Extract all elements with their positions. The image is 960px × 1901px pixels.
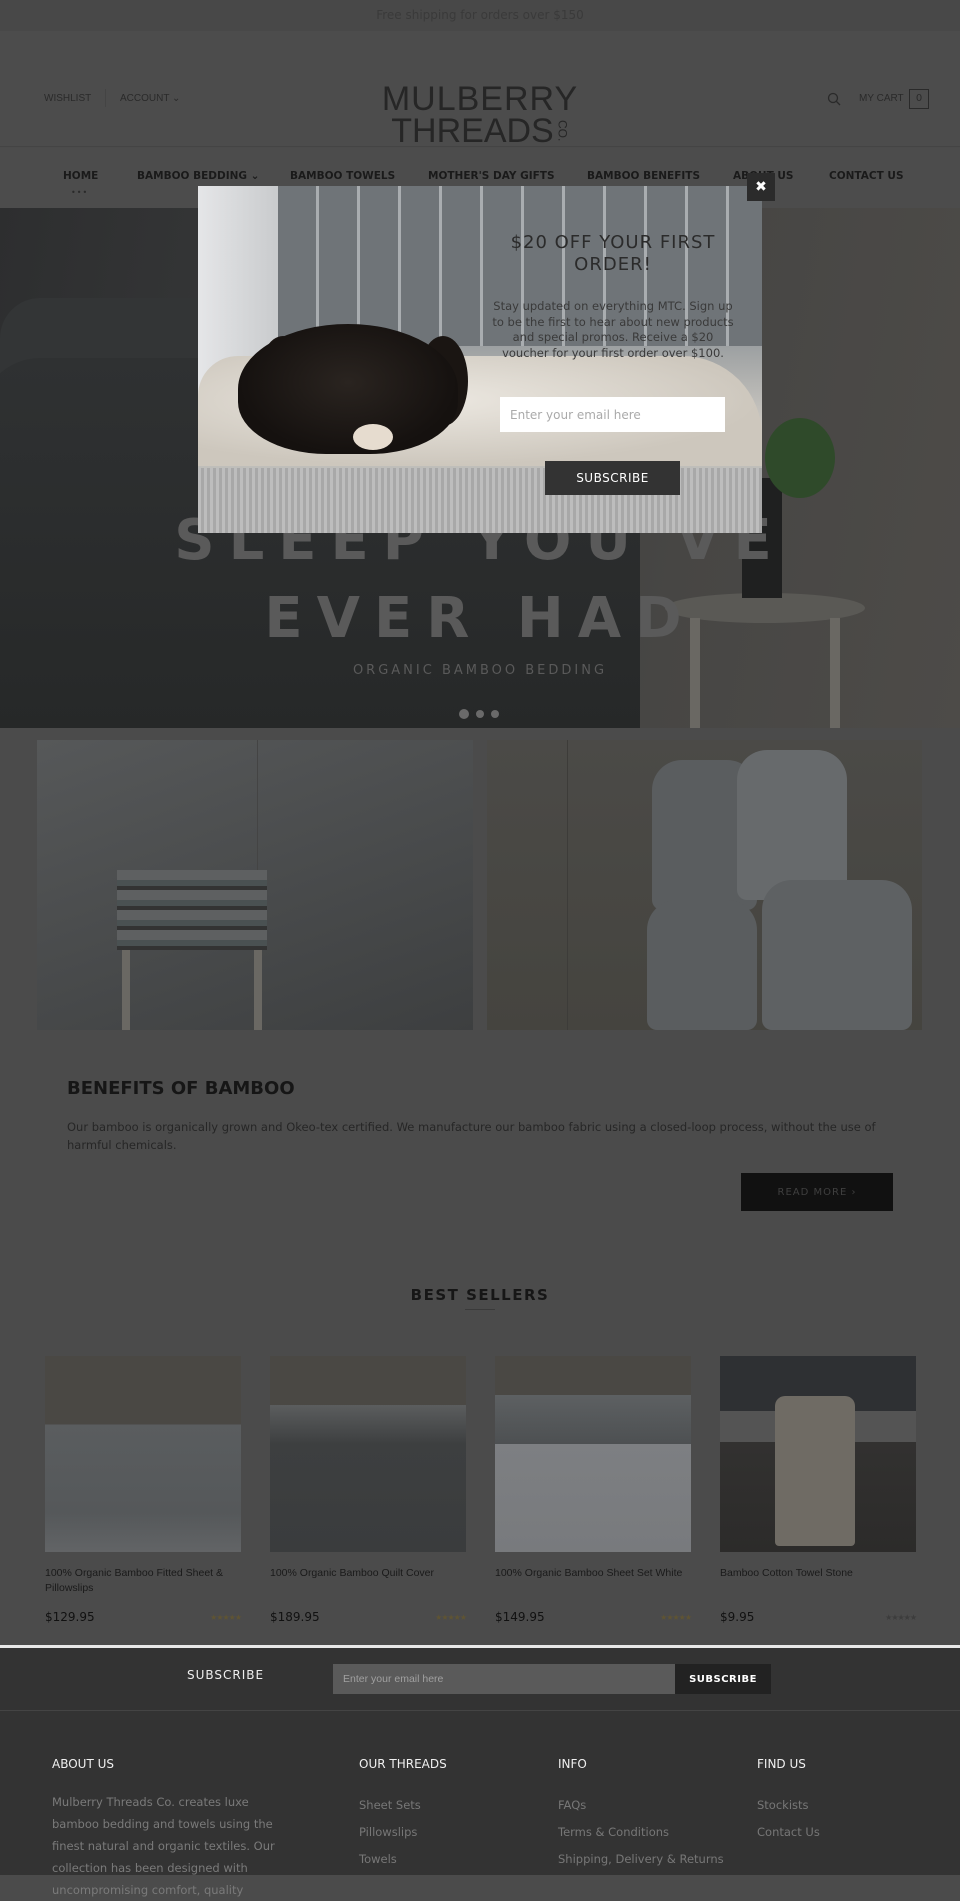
popup-description: Stay updated on everything MTC. Sign up … (492, 299, 734, 360)
product-title[interactable]: 100% Organic Bamboo Sheet Set White (495, 1566, 691, 1606)
active-indicator: ••• (71, 188, 89, 197)
footer-subscribe-button[interactable]: SUBSCRIBE (675, 1664, 771, 1694)
search-icon[interactable] (827, 92, 841, 106)
hero-headline-line3: EVER HAD (264, 586, 696, 651)
dog-paw (353, 424, 393, 450)
footer-heading-about: ABOUT US (52, 1757, 115, 1771)
wall-seam (567, 740, 568, 1030)
popup-title: $20 OFF YOUR FIRST ORDER! (510, 232, 716, 275)
account-menu[interactable]: ACCOUNT ⌄ (120, 93, 180, 104)
best-sellers-title: BEST SELLERS (410, 1286, 550, 1304)
logo-line1: MULBERRY (381, 80, 579, 118)
account-label: ACCOUNT (120, 93, 170, 104)
logo[interactable]: MULBERRY THREADS CO. (370, 80, 590, 154)
folded-towels (117, 870, 267, 950)
close-icon[interactable]: ✖ (747, 173, 775, 201)
product-price: $189.95 (270, 1610, 320, 1624)
footer-subscribe-bar: SUBSCRIBE SUBSCRIBE (0, 1648, 960, 1710)
product-title[interactable]: 100% Organic Bamboo Fitted Sheet & Pillo… (45, 1566, 241, 1606)
product-title[interactable]: Bamboo Cotton Towel Stone (720, 1566, 916, 1606)
footer-link[interactable]: Shipping, Delivery & Returns (558, 1852, 724, 1866)
slide-dot[interactable] (491, 710, 499, 718)
product-price: $9.95 (720, 1610, 755, 1624)
towel (775, 1396, 855, 1546)
about-text: Mulberry Threads Co. creates luxe bamboo… (52, 1795, 275, 1897)
product-price: $149.95 (495, 1610, 545, 1624)
newsletter-popup: $20 OFF YOUR FIRST ORDER! Stay updated o… (198, 186, 762, 533)
nav-mothers-day-gifts[interactable]: MOTHER'S DAY GIFTS (428, 170, 555, 182)
footer-heading-find: FIND US (757, 1757, 806, 1771)
footer-link[interactable]: Terms & Conditions (558, 1825, 669, 1839)
product-card[interactable]: 100% Organic Bamboo Fitted Sheet & Pillo… (45, 1356, 242, 1624)
title-underline (465, 1309, 495, 1310)
star-rating-icon: ★★★★★ (660, 1612, 692, 1622)
benefits-text: Our bamboo is organically grown and Okeo… (67, 1120, 876, 1152)
product-image[interactable] (495, 1356, 691, 1552)
product-card[interactable]: Bamboo Cotton Towel Stone $9.95 ★★★★★ (720, 1356, 917, 1624)
subscribe-label: SUBSCRIBE (187, 1668, 265, 1682)
star-rating-icon: ★★★★★ (885, 1612, 917, 1622)
hero-subtitle: ORGANIC BAMBOO BEDDING (352, 663, 608, 678)
logo-threads: THREADS (391, 112, 554, 150)
nav-bamboo-towels[interactable]: BAMBOO TOWELS (290, 170, 395, 182)
product-card[interactable]: 100% Organic Bamboo Quilt Cover $189.95 ★… (270, 1356, 467, 1624)
plant (765, 418, 835, 498)
footer-email-input[interactable] (333, 1664, 675, 1694)
dog-image (238, 324, 458, 454)
promo-image-towels[interactable] (37, 740, 473, 1030)
slide-dot-active[interactable] (459, 709, 469, 719)
footer-heading-info: INFO (558, 1757, 587, 1771)
logo-co: CO. (555, 120, 570, 142)
footer-link[interactable]: Pillowslips (359, 1825, 417, 1839)
cart-link[interactable]: MY CART (859, 93, 904, 104)
nav-bamboo-benefits[interactable]: BAMBOO BENEFITS (587, 170, 700, 182)
shipping-message: Free shipping for orders over $150 (376, 8, 584, 22)
footer-heading-threads: OUR THREADS (359, 1757, 447, 1771)
read-more-button[interactable]: READ MORE › (741, 1173, 893, 1211)
product-title[interactable]: 100% Organic Bamboo Quilt Cover (270, 1566, 466, 1606)
nav-bamboo-bedding[interactable]: BAMBOO BEDDING ⌄ (137, 170, 259, 182)
cart-count-badge[interactable]: 0 (909, 89, 929, 109)
footer-link[interactable]: Sheet Sets (359, 1798, 421, 1812)
stool-legs (122, 950, 262, 1030)
nav-contact-us[interactable]: CONTACT US (829, 170, 904, 182)
wishlist-link[interactable]: WISHLIST (44, 93, 91, 104)
footer-link[interactable]: FAQs (558, 1798, 586, 1812)
logo-line2: THREADS CO. (370, 112, 590, 150)
product-price: $129.95 (45, 1610, 95, 1624)
product-bag (647, 900, 757, 1030)
benefits-title: BENEFITS OF BAMBOO (67, 1078, 295, 1099)
footer-link[interactable]: Towels (359, 1852, 397, 1866)
product-bag (762, 880, 912, 1030)
product-card[interactable]: 100% Organic Bamboo Sheet Set White $149… (495, 1356, 692, 1624)
divider (105, 89, 106, 107)
footer-link[interactable]: Stockists (757, 1798, 809, 1812)
star-rating-icon: ★★★★★ (435, 1612, 467, 1622)
promo-image-bags[interactable] (487, 740, 922, 1030)
product-image[interactable] (720, 1356, 916, 1552)
site-footer: ABOUT US Mulberry Threads Co. creates lu… (0, 1710, 960, 1897)
product-bag (737, 750, 847, 900)
footer-link[interactable]: Contact Us (757, 1825, 820, 1839)
chevron-down-icon: ⌄ (172, 93, 181, 104)
product-image[interactable] (270, 1356, 466, 1552)
nav-home[interactable]: HOME (63, 170, 98, 182)
popup-subscribe-button[interactable]: SUBSCRIBE (545, 461, 680, 495)
announcement-bar: Free shipping for orders over $150 (0, 0, 960, 31)
popup-email-input[interactable] (500, 397, 725, 432)
star-rating-icon: ★★★★★ (210, 1612, 242, 1622)
product-image[interactable] (45, 1356, 241, 1552)
slide-dot[interactable] (476, 710, 484, 718)
site-header: WISHLIST ACCOUNT ⌄ MULBERRY THREADS CO. M… (0, 31, 960, 154)
